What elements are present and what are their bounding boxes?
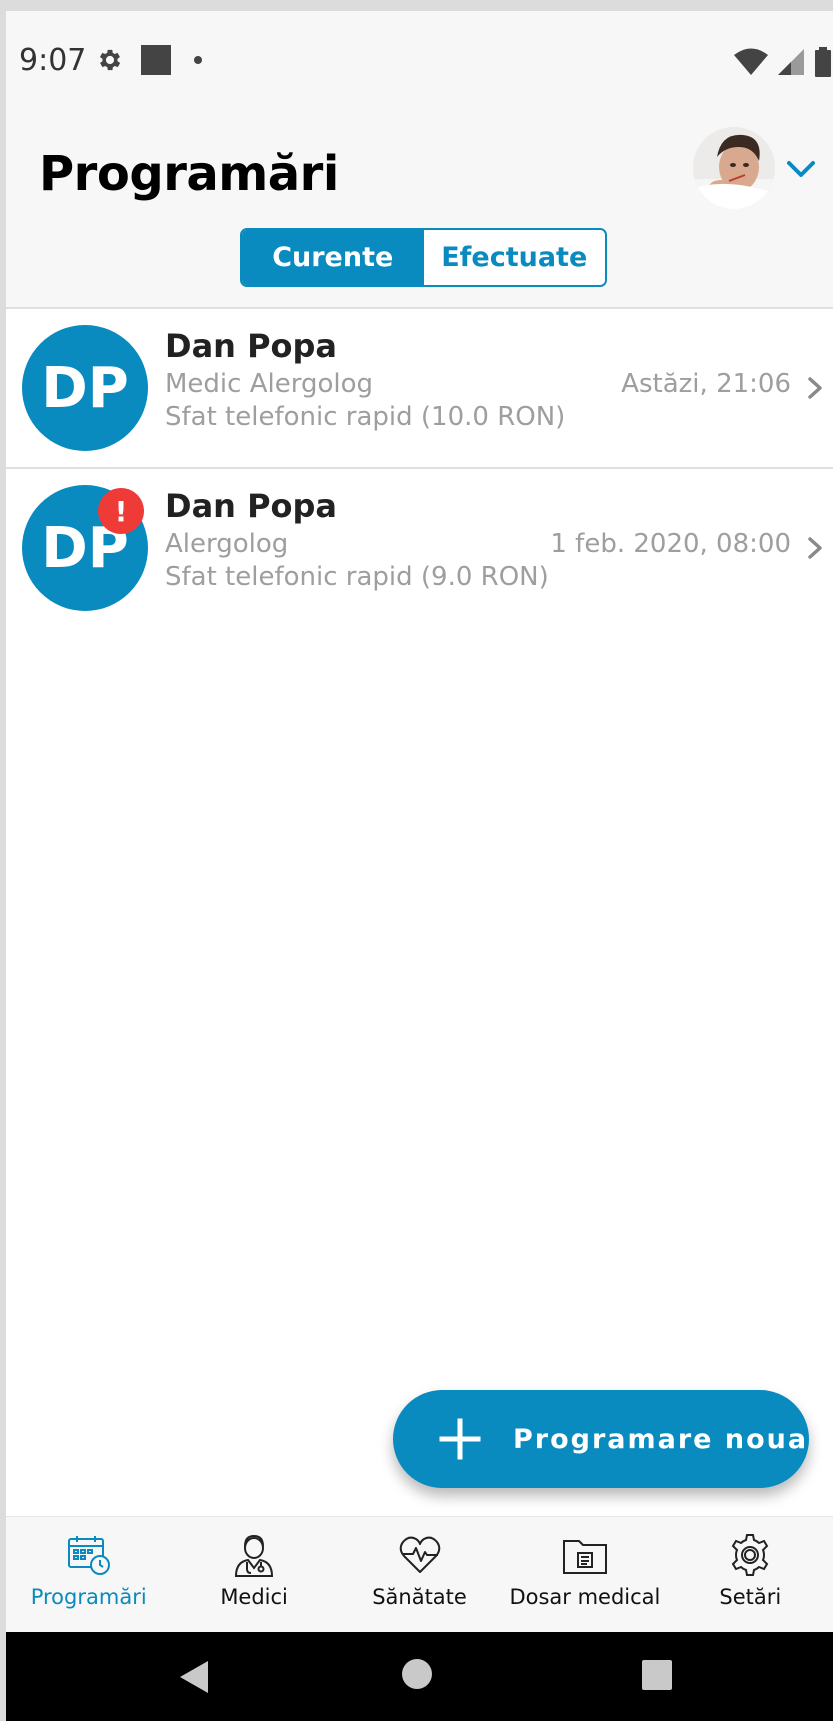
back-icon[interactable] bbox=[176, 1658, 212, 1696]
page-title: Programări bbox=[39, 146, 339, 202]
wifi-icon bbox=[734, 48, 768, 75]
appointment-row[interactable]: DP Dan Popa Medic Alergolog Sfat telefon… bbox=[6, 309, 833, 469]
nav-label: Setări bbox=[719, 1585, 782, 1609]
chevron-right-icon bbox=[808, 537, 822, 559]
nav-item-medici[interactable]: Medici bbox=[171, 1517, 336, 1633]
new-appointment-button[interactable]: Programare noua bbox=[393, 1390, 809, 1488]
appointment-datetime: 1 feb. 2020, 08:00 bbox=[550, 529, 791, 559]
alert-badge: ! bbox=[98, 488, 144, 534]
doctor-initials-avatar: DP bbox=[22, 325, 148, 451]
dot-icon bbox=[194, 56, 202, 64]
appointment-service: Sfat telefonic rapid (10.0 RON) bbox=[165, 402, 566, 432]
new-appointment-label: Programare noua bbox=[513, 1423, 809, 1455]
folder-document-icon bbox=[562, 1540, 607, 1574]
doctor-specialty: Alergolog bbox=[165, 529, 289, 559]
nav-label: Medici bbox=[220, 1585, 288, 1609]
status-bar: 9:07 bbox=[6, 11, 833, 111]
calendar-clock-icon bbox=[67, 1536, 110, 1575]
appointment-service: Sfat telefonic rapid (9.0 RON) bbox=[165, 562, 549, 592]
status-time: 9:07 bbox=[19, 43, 87, 78]
profile-avatar[interactable] bbox=[693, 127, 775, 209]
doctor-name: Dan Popa bbox=[165, 327, 338, 365]
status-left-icons bbox=[96, 44, 208, 76]
nav-label: Sănătate bbox=[372, 1585, 467, 1609]
nav-label: Programări bbox=[30, 1585, 147, 1609]
doctor-icon bbox=[235, 1534, 274, 1577]
gear-icon bbox=[732, 1534, 769, 1576]
nav-item-programari[interactable]: Programări bbox=[6, 1517, 171, 1633]
nav-item-setari[interactable]: Setări bbox=[668, 1517, 833, 1633]
plus-icon bbox=[439, 1418, 481, 1460]
bottom-navigation: Programări Medici Sănătate Dosar medical… bbox=[6, 1516, 833, 1633]
chevron-down-icon[interactable] bbox=[785, 157, 817, 181]
status-right-icons bbox=[733, 47, 833, 77]
appointments-list: DP Dan Popa Medic Alergolog Sfat telefon… bbox=[6, 307, 833, 1529]
user-avatar-photo bbox=[693, 127, 775, 209]
phone-screen: 9:07 Programări Curente Efectuate DP Dan… bbox=[6, 11, 833, 1721]
recents-icon[interactable] bbox=[640, 1658, 674, 1692]
settings-icon bbox=[99, 49, 121, 71]
square-notification-icon bbox=[141, 45, 171, 75]
appointments-tab-switcher: Curente Efectuate bbox=[240, 228, 607, 287]
system-navigation-bar bbox=[6, 1632, 833, 1721]
chevron-right-icon bbox=[808, 377, 822, 399]
heart-pulse-icon bbox=[399, 1536, 440, 1573]
tab-efectuate[interactable]: Efectuate bbox=[423, 230, 605, 285]
appointment-datetime: Astăzi, 21:06 bbox=[621, 369, 791, 399]
doctor-specialty: Medic Alergolog bbox=[165, 369, 373, 399]
doctor-name: Dan Popa bbox=[165, 487, 338, 525]
home-icon[interactable] bbox=[400, 1657, 434, 1691]
appointment-row[interactable]: DP ! Dan Popa Alergolog Sfat telefonic r… bbox=[6, 469, 833, 627]
nav-item-sanatate[interactable]: Sănătate bbox=[337, 1517, 502, 1633]
tab-curente[interactable]: Curente bbox=[242, 230, 424, 285]
battery-icon bbox=[815, 47, 831, 77]
signal-icon bbox=[778, 49, 804, 75]
nav-label: Dosar medical bbox=[509, 1585, 661, 1609]
nav-item-dosar-medical[interactable]: Dosar medical bbox=[502, 1517, 667, 1633]
